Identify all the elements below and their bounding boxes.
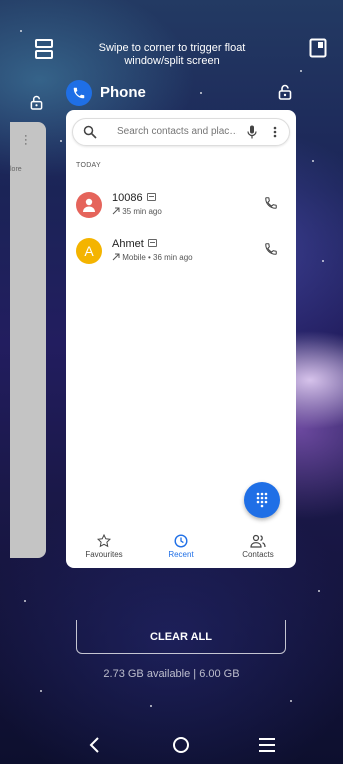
memory-status: 2.73 GB available | 6.00 GB [103,668,240,680]
back-icon[interactable] [84,734,106,756]
contact-name: 10086 [112,192,143,204]
app-title: Phone [100,84,146,101]
previous-app-card[interactable]: · · · lore [10,122,46,558]
unlock-icon-left[interactable] [30,95,43,110]
dialpad-icon [256,492,268,508]
phone-app-card[interactable]: TODAY 10086 35 min ago A Ahmet Mobile • … [66,110,296,568]
float-window-icon[interactable] [309,38,327,58]
call-detail: Mobile • 36 min ago [122,253,193,262]
phone-icon [73,87,85,99]
tab-favourites[interactable]: Favourites [66,534,142,559]
clock-icon [174,534,188,548]
sim-icon [146,193,156,201]
avatar: A [76,238,102,264]
sim-icon [147,239,157,247]
phone-app-icon[interactable] [66,80,92,106]
recents-menu-icon[interactable] [256,734,278,756]
star-icon [97,534,111,548]
call-log-item[interactable]: A Ahmet Mobile • 36 min ago [66,236,296,276]
search-input[interactable] [117,126,237,137]
search-icon [83,125,97,139]
card-fragment-text: lore [10,166,22,173]
overflow-menu-icon[interactable] [273,126,277,138]
home-icon[interactable] [170,734,192,756]
outgoing-call-icon [112,253,120,261]
avatar [76,192,102,218]
navigation-bar [0,728,343,764]
mic-icon[interactable] [247,125,257,139]
call-log-item[interactable]: 10086 35 min ago [66,190,296,230]
swipe-hint: Swipe to corner to trigger float window/… [98,42,246,67]
split-screen-icon[interactable] [34,38,54,60]
contact-name: Ahmet [112,238,144,250]
call-icon[interactable] [264,242,278,256]
outgoing-call-icon [112,207,120,215]
section-today: TODAY [76,162,101,169]
call-detail: 35 min ago [122,207,162,216]
clear-all-button[interactable]: CLEAR ALL [76,620,286,654]
dialpad-button[interactable] [244,482,280,518]
search-bar[interactable] [72,118,290,146]
more-icon: · · · [24,130,28,150]
person-icon [83,198,95,212]
bottom-tab-bar: Favourites Recent Contacts [66,528,296,568]
tab-contacts[interactable]: Contacts [220,534,296,559]
call-icon[interactable] [264,196,278,210]
tab-recent[interactable]: Recent [143,534,219,559]
contacts-icon [250,534,266,548]
unlock-icon[interactable] [278,84,292,100]
